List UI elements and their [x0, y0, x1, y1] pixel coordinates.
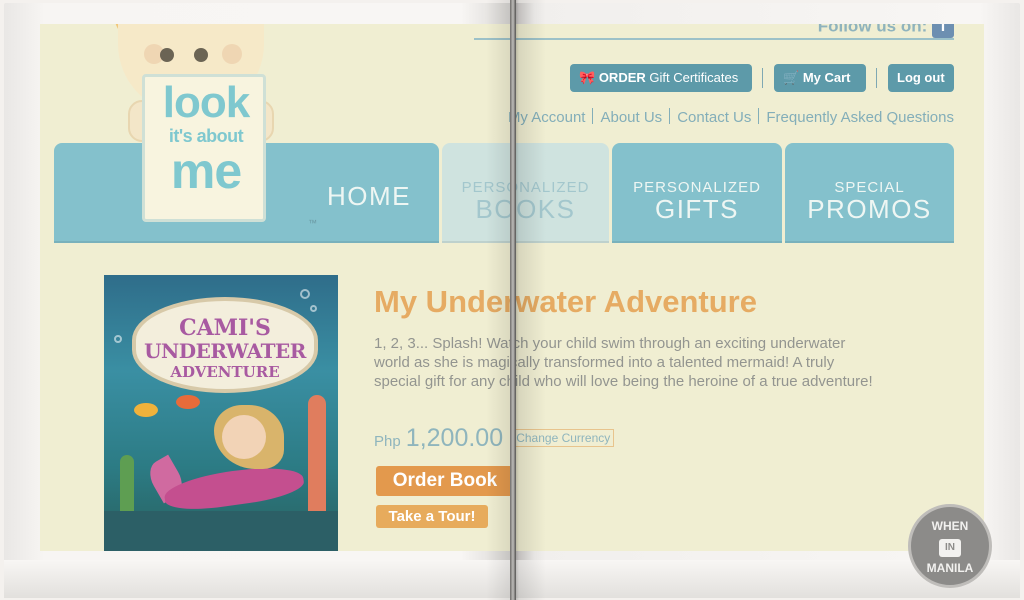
logo-line1: look [162, 78, 250, 127]
my-cart-button[interactable]: 🛒 My Cart [774, 64, 866, 92]
order-label-strong: ORDER [598, 70, 646, 85]
header-divider [474, 38, 954, 40]
logo-eye [160, 48, 174, 62]
ribbon-icon: 🎀 [579, 70, 596, 85]
follow-text: Follow us on: [817, 24, 928, 36]
book-spread: Follow us on: f 🎀 ORDER Gift Certificate… [0, 0, 1024, 600]
logo-trademark: ™ [308, 218, 317, 228]
sea-floor [104, 511, 338, 551]
bubble [300, 289, 310, 299]
order-label-rest: Gift Certificates [649, 70, 739, 85]
link-faq[interactable]: Frequently Asked Questions [766, 109, 954, 126]
bubble [114, 335, 122, 343]
logo-line3: me [170, 143, 242, 199]
logo-cheek [222, 44, 242, 64]
bubble [310, 305, 317, 312]
logo-eye [194, 48, 208, 62]
mermaid-face [222, 415, 266, 459]
take-a-tour-button[interactable]: Take a Tour! [376, 505, 488, 528]
watermark-line1: WHEN [931, 519, 969, 533]
cover-title-line3: ADVENTURE [170, 363, 280, 381]
nav-tab-personalized-gifts[interactable]: PERSONALIZED GIFTS [612, 143, 782, 243]
book-cover-image[interactable]: CAMI'S UNDERWATER ADVENTURE [104, 275, 338, 551]
logout-button[interactable]: Log out [888, 64, 954, 92]
nav-gifts-big: GIFTS [654, 194, 740, 224]
facebook-icon[interactable]: f [932, 24, 954, 38]
product-description: 1, 2, 3... Splash! Watch your child swim… [374, 335, 873, 390]
cover-title-line2: UNDERWATER [144, 339, 306, 363]
price-currency: Php [374, 433, 401, 450]
cart-label: My Cart [802, 70, 851, 85]
price-value: 1,200.00 [405, 424, 504, 452]
site-logo[interactable]: look it's about me ™ [84, 24, 317, 234]
header-separator [762, 68, 763, 88]
header-separator [876, 68, 877, 88]
nav-tab-personalized-books[interactable]: PERSONALIZED BOOKS [442, 143, 609, 243]
link-my-account[interactable]: My Account [508, 109, 586, 126]
book-spine [510, 0, 516, 600]
watermark-line2: IN [939, 539, 961, 557]
fish [134, 403, 158, 417]
product-title: My Underwater Adventure [374, 284, 757, 319]
left-page-bottom [4, 560, 512, 598]
cover-title-line1: CAMI'S [179, 315, 271, 341]
nav-books-big: BOOKS [475, 194, 576, 224]
link-about-us[interactable]: About Us [600, 109, 662, 126]
nav-tab-special-promos[interactable]: SPECIAL PROMOS [785, 143, 954, 243]
fish [176, 395, 200, 409]
cart-icon: 🛒 [783, 70, 800, 85]
nav-home-label: HOME [327, 181, 411, 211]
nav-promos-big: PROMOS [807, 194, 932, 224]
link-contact-us[interactable]: Contact Us [677, 109, 751, 126]
order-book-button[interactable]: Order Book [376, 466, 514, 496]
logout-label: Log out [897, 70, 945, 85]
link-separator [758, 108, 760, 124]
change-currency-link[interactable]: Change Currency [512, 429, 615, 447]
watermark-line3: MANILA [926, 561, 974, 575]
follow-us: Follow us on: f [818, 24, 954, 38]
order-gift-certificates-button[interactable]: 🎀 ORDER Gift Certificates [570, 64, 752, 92]
watermark-logo: WHEN IN MANILA [908, 504, 992, 588]
link-separator [669, 108, 671, 124]
mermaid-tail [162, 461, 306, 515]
link-separator [592, 108, 594, 124]
account-links: My Account About Us Contact Us Frequently A… [508, 108, 954, 126]
price-row: Php 1,200.00 Change Currency [374, 424, 615, 453]
